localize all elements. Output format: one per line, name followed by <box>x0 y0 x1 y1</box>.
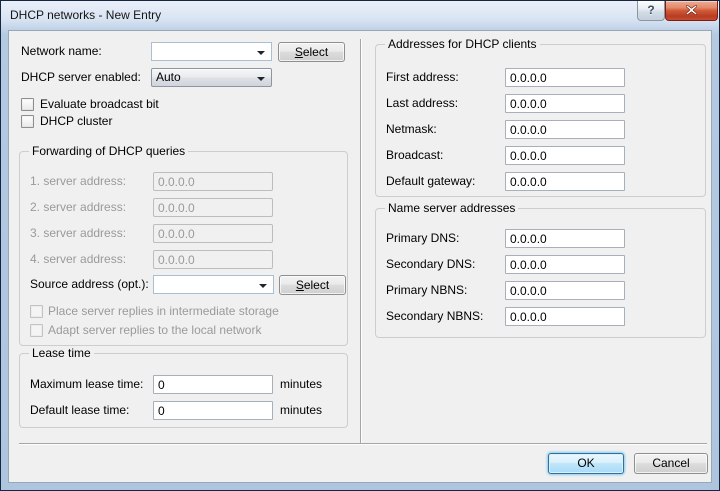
server3-input <box>153 224 273 243</box>
last-address-label: Last address: <box>386 94 458 113</box>
secondary-nbns-label: Secondary NBNS: <box>386 307 483 326</box>
primary-nbns-input[interactable] <box>505 281 625 300</box>
lease-time-group-title: Lease time <box>29 346 94 361</box>
adapt-replies-checkbox <box>30 324 43 337</box>
client-addresses-group-title: Addresses for DHCP clients <box>385 37 540 52</box>
default-lease-unit: minutes <box>280 401 322 420</box>
window-title: DHCP networks - New Entry <box>10 8 161 22</box>
secondary-dns-label: Secondary DNS: <box>386 255 475 274</box>
broadcast-input[interactable] <box>505 146 625 165</box>
chevron-down-icon <box>259 284 267 288</box>
chevron-down-icon <box>257 77 265 81</box>
chevron-down-icon <box>257 51 265 55</box>
client-addresses-group: Addresses for DHCP clients First address… <box>375 44 706 197</box>
netmask-label: Netmask: <box>386 120 437 139</box>
cancel-button[interactable]: Cancel <box>634 453 708 474</box>
dhcp-cluster-label: DHCP cluster <box>40 112 112 131</box>
first-address-input[interactable] <box>505 68 625 87</box>
name-servers-group-title: Name server addresses <box>385 201 518 216</box>
max-lease-unit: minutes <box>280 375 322 394</box>
netmask-input[interactable] <box>505 120 625 139</box>
network-name-combobox[interactable] <box>151 42 272 61</box>
default-lease-input[interactable] <box>153 401 273 420</box>
forwarding-group: Forwarding of DHCP queries 1. server add… <box>19 151 348 346</box>
lease-time-group: Lease time Maximum lease time: minutes D… <box>19 353 348 428</box>
close-icon <box>686 5 697 15</box>
server4-label: 4. server address: <box>30 250 126 269</box>
dialog-body: Network name: Select DHCP server enabled… <box>8 30 712 483</box>
last-address-input[interactable] <box>505 94 625 113</box>
server2-input <box>153 198 273 217</box>
forwarding-group-title: Forwarding of DHCP queries <box>29 144 188 159</box>
source-address-label: Source address (opt.): <box>30 275 149 294</box>
ok-button[interactable]: OK <box>548 453 624 474</box>
intermediate-storage-checkbox <box>30 305 43 318</box>
network-name-label: Network name: <box>21 42 102 61</box>
max-lease-input[interactable] <box>153 375 273 394</box>
source-address-combobox[interactable] <box>153 275 274 294</box>
dhcp-cluster-checkbox[interactable] <box>21 115 34 128</box>
primary-dns-input[interactable] <box>505 229 625 248</box>
server-enabled-value: Auto <box>152 69 271 86</box>
name-servers-group: Name server addresses Primary DNS: Secon… <box>375 208 706 338</box>
server1-label: 1. server address: <box>30 172 126 191</box>
help-icon: ? <box>647 3 654 17</box>
close-button[interactable] <box>665 1 718 21</box>
server-enabled-dropdown[interactable]: Auto <box>151 68 272 87</box>
adapt-replies-label: Adapt server replies to the local networ… <box>48 321 261 340</box>
evaluate-broadcast-checkbox[interactable] <box>21 98 34 111</box>
max-lease-label: Maximum lease time: <box>30 375 143 394</box>
server2-label: 2. server address: <box>30 198 126 217</box>
secondary-dns-input[interactable] <box>505 255 625 274</box>
secondary-nbns-input[interactable] <box>505 307 625 326</box>
dialog-window: DHCP networks - New Entry ? Network name… <box>0 0 720 491</box>
default-lease-label: Default lease time: <box>30 401 129 420</box>
primary-dns-label: Primary DNS: <box>386 229 459 248</box>
source-select-button[interactable]: Select <box>279 275 346 295</box>
intermediate-storage-label: Place server replies in intermediate sto… <box>48 302 279 321</box>
footer-divider <box>19 443 707 445</box>
default-gateway-label: Default gateway: <box>386 172 475 191</box>
server-enabled-label: DHCP server enabled: <box>21 68 141 87</box>
default-gateway-input[interactable] <box>505 172 625 191</box>
help-button[interactable]: ? <box>637 1 665 21</box>
primary-nbns-label: Primary NBNS: <box>386 281 467 300</box>
broadcast-label: Broadcast: <box>386 146 443 165</box>
server3-label: 3. server address: <box>30 224 126 243</box>
server4-input <box>153 250 273 269</box>
column-divider <box>360 39 362 444</box>
server1-input <box>153 172 273 191</box>
first-address-label: First address: <box>386 68 459 87</box>
network-select-button[interactable]: Select <box>278 42 345 62</box>
title-bar[interactable]: DHCP networks - New Entry <box>1 1 719 29</box>
